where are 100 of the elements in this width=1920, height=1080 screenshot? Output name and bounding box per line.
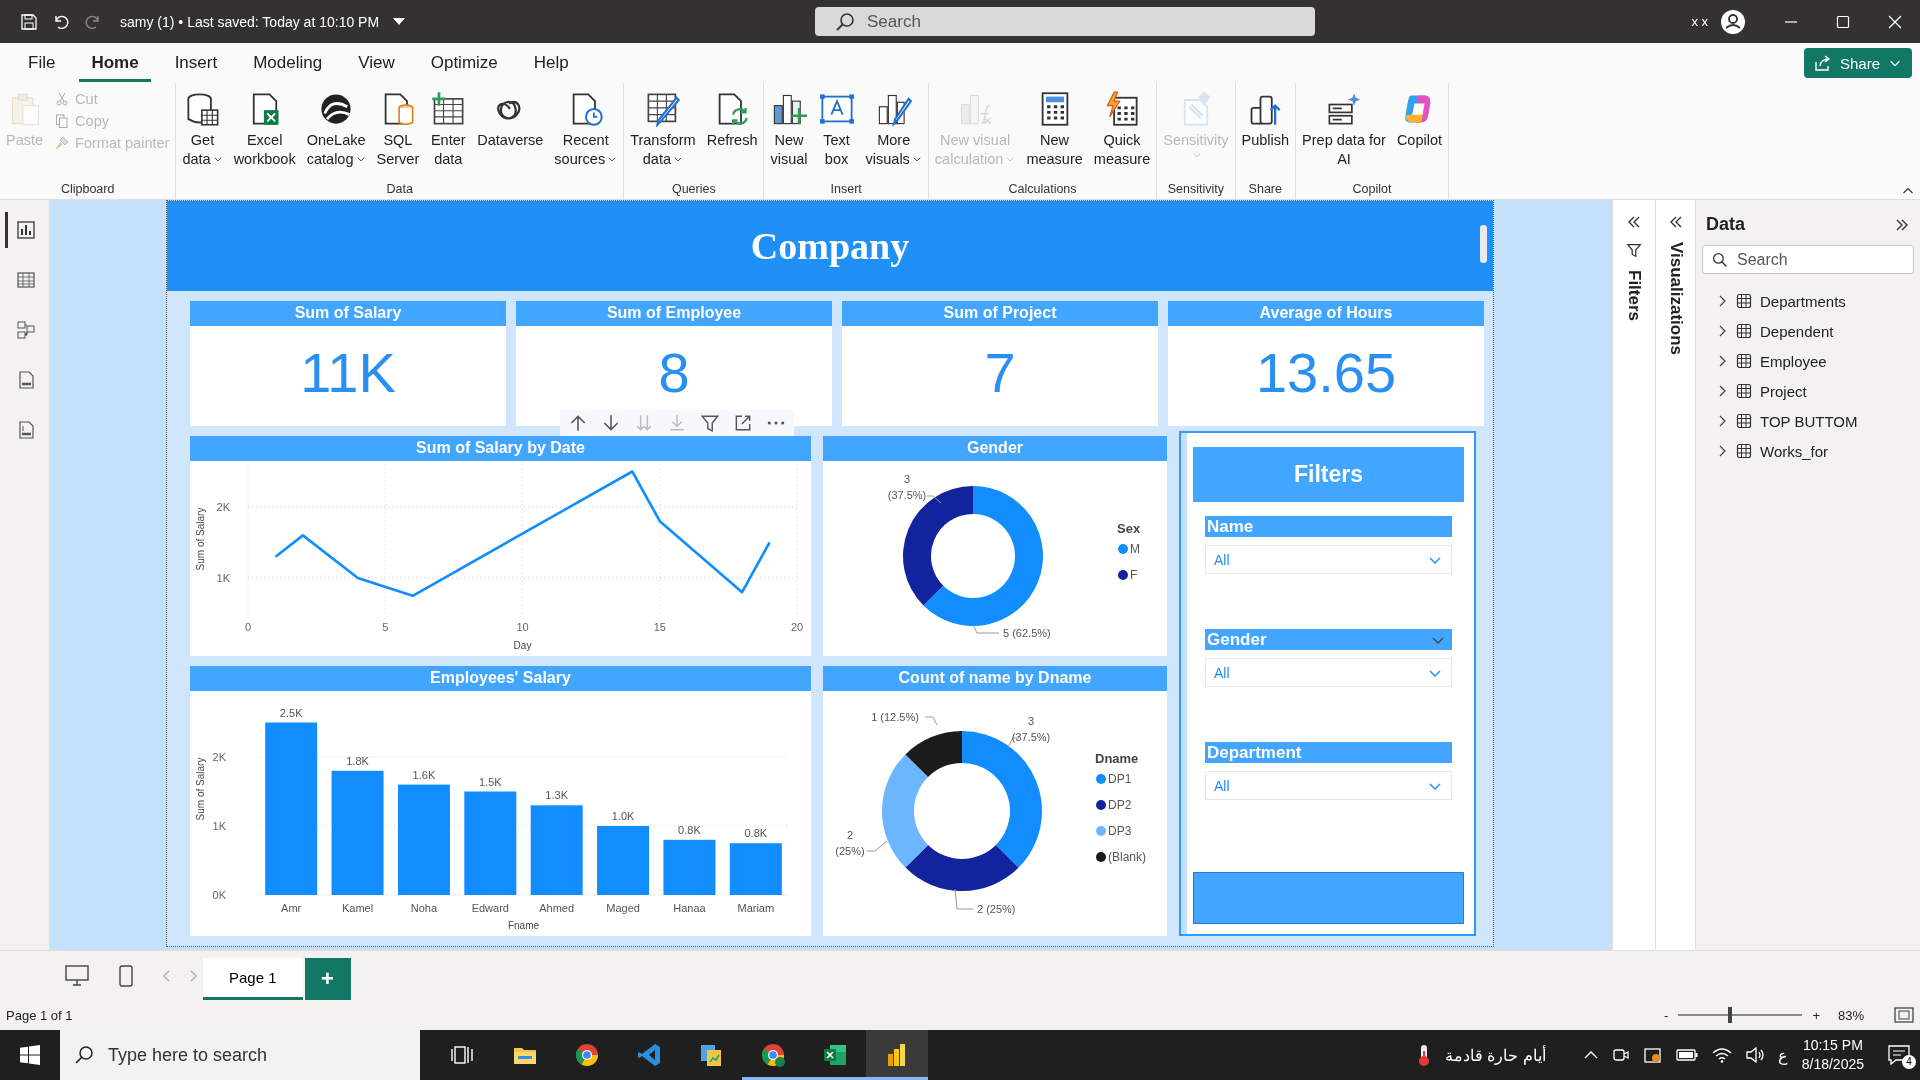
filter-icon[interactable] <box>700 413 720 433</box>
ribbon-button[interactable]: Dataverse <box>475 89 546 152</box>
notification-icon[interactable] <box>1888 1045 1910 1065</box>
menu-tab[interactable]: View <box>346 44 407 82</box>
taskbar-button[interactable] <box>866 1030 928 1080</box>
clock-time[interactable]: 10:15 PM <box>1802 1036 1863 1055</box>
donut-slice[interactable] <box>905 844 1019 891</box>
legend-label[interactable]: (Blank) <box>1108 850 1146 864</box>
panel-title: Filters <box>1193 447 1464 502</box>
arrow-up-icon[interactable] <box>568 413 588 433</box>
fit-page-icon[interactable] <box>1894 1007 1914 1023</box>
menu-tab[interactable]: File <box>16 44 68 82</box>
collapse-ribbon-icon[interactable] <box>1902 185 1914 195</box>
ribbon-button[interactable]: Enter data <box>428 89 469 171</box>
ribbon-button[interactable]: Publish <box>1239 89 1292 152</box>
axis-tick-label: 2K <box>216 501 230 513</box>
data-label: 0.8K <box>744 827 768 840</box>
ribbon-button[interactable]: Text box <box>816 89 857 171</box>
slider-thumb[interactable] <box>1728 1007 1733 1023</box>
spreadsheet-icon <box>822 1042 848 1068</box>
ribbon-button[interactable]: SQL Server <box>374 89 422 171</box>
scissors-icon <box>54 91 71 107</box>
axis-title: Day <box>513 640 532 651</box>
pane-title[interactable]: Filters <box>1624 270 1644 322</box>
tree-item[interactable]: TOP BUTTOM <box>1702 406 1914 436</box>
ribbon-button[interactable]: More visuals <box>863 89 924 171</box>
close-icon[interactable] <box>1888 14 1902 29</box>
model-view-icon <box>16 320 36 340</box>
search-field[interactable]: Search <box>1702 245 1914 274</box>
tree-item[interactable]: Dependent <box>1702 316 1914 346</box>
ribbon-button[interactable]: Copilot <box>1394 89 1445 152</box>
axis-title: Sum of Salary <box>195 757 206 821</box>
search-field[interactable]: Type here to search <box>60 1030 420 1080</box>
legend-label[interactable]: DP1 <box>1108 772 1132 786</box>
maximize-icon[interactable] <box>1836 14 1850 29</box>
filter-icon <box>1626 242 1642 258</box>
ribbon-button[interactable]: Prep data for AI <box>1300 89 1388 171</box>
camera-icon[interactable] <box>1611 1047 1630 1063</box>
page-tab[interactable]: Page 1 <box>203 958 303 1000</box>
ribbon-button[interactable]: Transform data <box>628 89 698 171</box>
table-icon <box>1736 383 1752 399</box>
speaker-icon[interactable] <box>1745 1047 1764 1063</box>
clock-date[interactable]: 8/18/2025 <box>1801 1055 1864 1074</box>
ribbon-button[interactable]: OneLake catalog <box>304 89 368 171</box>
card-title: Sum of Salary <box>190 301 506 326</box>
ribbon-button[interactable]: New measure <box>1024 89 1085 171</box>
caret-icon[interactable] <box>393 17 406 26</box>
account-icon[interactable] <box>1720 8 1746 35</box>
legend-label[interactable]: M <box>1130 542 1140 556</box>
chevron-up-icon[interactable] <box>1583 1050 1598 1060</box>
add-page-button[interactable]: + <box>304 958 351 1000</box>
ribbon-button[interactable]: Recent sources <box>552 89 620 171</box>
menu-tab[interactable]: Optimize <box>418 44 510 82</box>
scrollbar-thumb[interactable] <box>1480 225 1487 263</box>
zoom-in-button[interactable]: + <box>1812 1007 1820 1023</box>
focus-mode-icon[interactable] <box>733 413 753 433</box>
notification-badge: 4 <box>1902 1055 1916 1069</box>
menu-tab[interactable]: Help <box>521 44 581 82</box>
donut-slice[interactable] <box>905 731 962 778</box>
tree-item[interactable]: Departments <box>1702 286 1914 316</box>
legend-label[interactable]: DP2 <box>1108 798 1132 812</box>
ribbon-button[interactable]: Get data <box>180 89 225 171</box>
share-button[interactable]: Share <box>1803 48 1912 78</box>
menu-tab[interactable]: Insert <box>162 44 230 82</box>
search-field[interactable]: Search <box>815 7 1315 36</box>
app-tray-icon[interactable] <box>1643 1046 1662 1064</box>
legend-label[interactable]: F <box>1130 568 1138 582</box>
axis-tick-label: 0 <box>244 621 252 633</box>
ribbon-button[interactable]: New visual <box>768 89 810 171</box>
chart-title: Sum of Salary by Date <box>190 436 811 461</box>
tree-item[interactable]: Works_for <box>1702 436 1914 466</box>
collapse-icon[interactable] <box>1626 214 1642 230</box>
tree-item[interactable]: Employee <box>1702 346 1914 376</box>
axis-tick-label: 15 <box>653 621 666 633</box>
chart-title: Gender <box>823 436 1167 461</box>
card-title: Sum of Employee <box>516 301 832 326</box>
input-language[interactable]: ع <box>1777 1045 1788 1065</box>
data-label: 2 (25%) <box>835 829 865 857</box>
ribbon-button[interactable]: Quick measure <box>1091 89 1153 171</box>
pane-title[interactable]: Visualizations <box>1665 242 1686 356</box>
table-icon <box>1736 443 1752 459</box>
weather-text[interactable]: أيام حارة قادمة <box>1444 1045 1546 1065</box>
donut-slice[interactable] <box>882 754 929 868</box>
browser-icon <box>760 1042 786 1068</box>
arrow-down-icon[interactable] <box>601 413 621 433</box>
menu-tab[interactable]: Modeling <box>241 44 335 82</box>
zoom-out-button[interactable]: - <box>1664 1007 1669 1023</box>
ribbon-button[interactable]: Excel workbook <box>231 89 298 171</box>
legend-label[interactable]: DP3 <box>1108 824 1132 838</box>
group-label: Copilot <box>1352 182 1392 198</box>
wifi-icon[interactable] <box>1711 1047 1732 1063</box>
save-icon[interactable] <box>20 12 38 31</box>
slicer-title: Name <box>1207 516 1254 537</box>
kpi-value: 13.65 <box>1255 345 1397 406</box>
phone-icon[interactable] <box>119 964 133 987</box>
tree-item[interactable]: Project <box>1702 376 1914 406</box>
ribbon-button[interactable]: Refresh <box>704 89 760 152</box>
battery-icon[interactable] <box>1675 1049 1698 1061</box>
desktop-icon[interactable] <box>65 964 89 987</box>
axis-tick-label: 20 <box>790 621 804 633</box>
